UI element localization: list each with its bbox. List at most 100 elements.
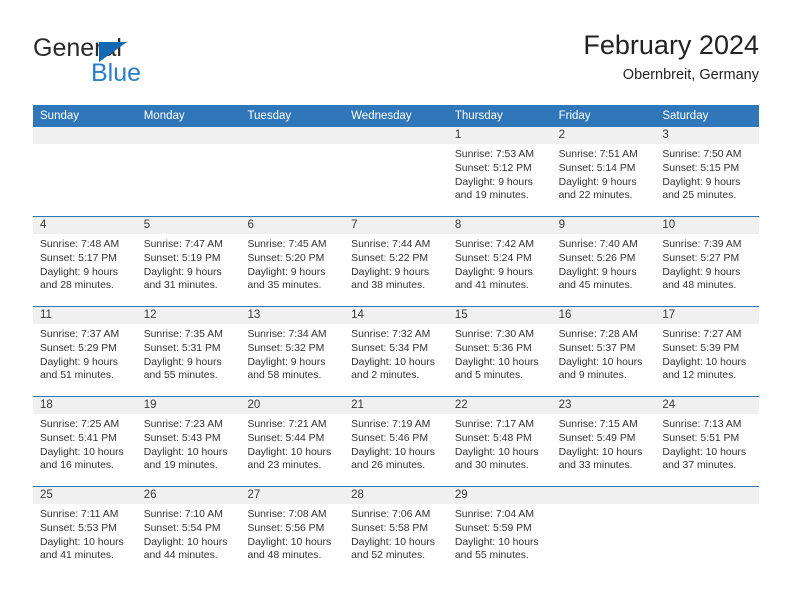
sunrise-time: Sunrise: 7:04 AM (454, 509, 535, 520)
day-cell-empty (344, 127, 448, 216)
sunrise-time: Sunrise: 7:40 AM (558, 239, 638, 250)
day-cell[interactable]: 16 Sunrise: 7:28 AM Sunset: 5:37 PM Dayligh… (551, 307, 656, 396)
sunset-time: Sunset: 5:17 PM (40, 252, 117, 264)
day-cell[interactable]: 3 Sunrise: 7:50 AM Sunset: 5:15 PM Daylight… (655, 127, 760, 216)
day-number: 3 (655, 127, 760, 144)
calendar-week-row: 25 Sunrise: 7:11 AM Sunset: 5:53 PM Dayligh… (33, 486, 760, 576)
day-number: 5 (136, 217, 241, 234)
day-sun-info: Sunrise: 7:15 AM Sunset: 5:49 PM Daylight:… (552, 414, 656, 473)
sunset-time: Sunset: 5:26 PM (558, 252, 636, 264)
day-sun-info: Sunrise: 7:08 AM Sunset: 5:56 PM Daylight:… (240, 504, 344, 563)
day-cell[interactable]: 4 Sunrise: 7:48 AM Sunset: 5:17 PM Daylight… (33, 217, 137, 306)
day-number: 15 (447, 307, 552, 324)
daylight-duration-line1: Daylight: 9 hours (143, 266, 222, 278)
sunset-time: Sunset: 5:43 PM (143, 432, 221, 444)
day-number: 12 (136, 307, 241, 324)
day-sun-info: Sunrise: 7:47 AM Sunset: 5:19 PM Daylight:… (137, 234, 241, 293)
day-cell[interactable]: 1 Sunrise: 7:53 AM Sunset: 5:12 PM Daylight… (447, 127, 552, 216)
day-cell[interactable]: 12 Sunrise: 7:35 AM Sunset: 5:31 PM Dayligh… (136, 307, 241, 396)
day-cell[interactable]: 13 Sunrise: 7:34 AM Sunset: 5:32 PM Dayligh… (240, 307, 345, 396)
sunrise-time: Sunrise: 7:50 AM (662, 149, 742, 160)
day-cell[interactable]: 14 Sunrise: 7:32 AM Sunset: 5:34 PM Dayligh… (344, 307, 448, 396)
day-number (240, 127, 345, 144)
daylight-duration-line2: and 23 minutes. (247, 460, 322, 472)
sunrise-time: Sunrise: 7:30 AM (454, 329, 535, 340)
day-sun-info: Sunrise: 7:19 AM Sunset: 5:46 PM Daylight:… (344, 414, 448, 473)
sunset-time: Sunset: 5:39 PM (662, 342, 740, 354)
day-sun-info: Sunrise: 7:39 AM Sunset: 5:27 PM Daylight:… (655, 234, 759, 293)
daylight-duration-line1: Daylight: 9 hours (662, 176, 741, 188)
daylight-duration-line1: Daylight: 10 hours (40, 446, 124, 458)
daylight-duration-line2: and 48 minutes. (662, 280, 737, 292)
sunrise-time: Sunrise: 7:37 AM (40, 329, 120, 340)
day-cell[interactable]: 8 Sunrise: 7:42 AM Sunset: 5:24 PM Daylight… (447, 217, 552, 306)
day-cell[interactable]: 11 Sunrise: 7:37 AM Sunset: 5:29 PM Dayligh… (33, 307, 137, 396)
day-cell[interactable]: 17 Sunrise: 7:27 AM Sunset: 5:39 PM Dayligh… (655, 307, 760, 396)
day-cell[interactable]: 19 Sunrise: 7:23 AM Sunset: 5:43 PM Dayligh… (136, 397, 241, 486)
day-sun-info: Sunrise: 7:13 AM Sunset: 5:51 PM Daylight:… (655, 414, 759, 473)
day-sun-info: Sunrise: 7:10 AM Sunset: 5:54 PM Daylight:… (137, 504, 241, 563)
day-sun-info: Sunrise: 7:04 AM Sunset: 5:59 PM Daylight:… (448, 504, 552, 563)
weekday-header-tuesday: Tuesday (247, 110, 292, 122)
sunset-time: Sunset: 5:36 PM (454, 342, 532, 354)
day-cell[interactable]: 29 Sunrise: 7:04 AM Sunset: 5:59 PM Dayligh… (447, 487, 552, 576)
calendar-week-row: 4 Sunrise: 7:48 AM Sunset: 5:17 PM Daylight… (33, 216, 760, 306)
day-number: 8 (447, 217, 552, 234)
day-sun-info: Sunrise: 7:28 AM Sunset: 5:37 PM Daylight:… (552, 324, 656, 383)
day-sun-info: Sunrise: 7:50 AM Sunset: 5:15 PM Daylight:… (655, 144, 759, 203)
day-number (551, 487, 656, 504)
day-cell[interactable]: 6 Sunrise: 7:45 AM Sunset: 5:20 PM Daylight… (240, 217, 345, 306)
sunrise-time: Sunrise: 7:23 AM (143, 419, 223, 430)
sunset-time: Sunset: 5:59 PM (454, 522, 532, 534)
daylight-duration-line2: and 38 minutes. (351, 280, 426, 292)
day-cell[interactable]: 24 Sunrise: 7:13 AM Sunset: 5:51 PM Dayligh… (655, 397, 760, 486)
day-sun-info: Sunrise: 7:27 AM Sunset: 5:39 PM Daylight:… (655, 324, 759, 383)
daylight-duration-line1: Daylight: 10 hours (143, 536, 228, 548)
day-cell[interactable]: 7 Sunrise: 7:44 AM Sunset: 5:22 PM Daylight… (344, 217, 448, 306)
day-number: 26 (136, 487, 241, 504)
calendar-weeks: 1 Sunrise: 7:53 AM Sunset: 5:12 PM Daylight… (33, 127, 760, 576)
day-cell[interactable]: 15 Sunrise: 7:30 AM Sunset: 5:36 PM Dayligh… (447, 307, 552, 396)
day-cell[interactable]: 9 Sunrise: 7:40 AM Sunset: 5:26 PM Daylight… (551, 217, 656, 306)
day-number: 28 (344, 487, 448, 504)
day-cell[interactable]: 23 Sunrise: 7:15 AM Sunset: 5:49 PM Dayligh… (551, 397, 656, 486)
day-sun-info: Sunrise: 7:48 AM Sunset: 5:17 PM Daylight:… (33, 234, 137, 293)
day-cell[interactable]: 28 Sunrise: 7:06 AM Sunset: 5:58 PM Dayligh… (344, 487, 448, 576)
daylight-duration-line1: Daylight: 9 hours (143, 356, 222, 368)
day-cell[interactable]: 27 Sunrise: 7:08 AM Sunset: 5:56 PM Dayligh… (240, 487, 345, 576)
day-number: 7 (344, 217, 448, 234)
calendar-grid: Sunday Monday Tuesday Wednesday Thursday Frid… (33, 105, 760, 576)
daylight-duration-line1: Daylight: 10 hours (351, 536, 435, 548)
sunset-time: Sunset: 5:19 PM (143, 252, 221, 264)
daylight-duration-line1: Daylight: 10 hours (454, 356, 539, 368)
day-sun-info: Sunrise: 7:11 AM Sunset: 5:53 PM Daylight:… (33, 504, 137, 563)
sunrise-time: Sunrise: 7:47 AM (143, 239, 223, 250)
day-cell[interactable]: 22 Sunrise: 7:17 AM Sunset: 5:48 PM Dayligh… (447, 397, 552, 486)
day-cell[interactable]: 2 Sunrise: 7:51 AM Sunset: 5:14 PM Daylight… (551, 127, 656, 216)
day-sun-info: Sunrise: 7:40 AM Sunset: 5:26 PM Daylight:… (552, 234, 656, 293)
day-cell[interactable]: 26 Sunrise: 7:10 AM Sunset: 5:54 PM Dayligh… (136, 487, 241, 576)
daylight-duration-line1: Daylight: 9 hours (40, 356, 118, 368)
daylight-duration-line2: and 48 minutes. (247, 550, 322, 562)
day-number: 10 (655, 217, 760, 234)
day-cell[interactable]: 20 Sunrise: 7:21 AM Sunset: 5:44 PM Dayligh… (240, 397, 345, 486)
day-number: 2 (551, 127, 656, 144)
day-cell[interactable]: 21 Sunrise: 7:19 AM Sunset: 5:46 PM Dayligh… (344, 397, 448, 486)
day-cell[interactable]: 5 Sunrise: 7:47 AM Sunset: 5:19 PM Daylight… (136, 217, 241, 306)
general-blue-logo: General Blue (33, 36, 233, 92)
sunset-time: Sunset: 5:44 PM (247, 432, 325, 444)
sunset-time: Sunset: 5:51 PM (662, 432, 740, 444)
day-number (344, 127, 448, 144)
sunset-time: Sunset: 5:22 PM (351, 252, 428, 264)
daylight-duration-line2: and 51 minutes. (40, 370, 114, 382)
sunrise-time: Sunrise: 7:32 AM (351, 329, 431, 340)
day-number (33, 127, 137, 144)
day-cell[interactable]: 25 Sunrise: 7:11 AM Sunset: 5:53 PM Dayligh… (33, 487, 137, 576)
day-cell[interactable]: 18 Sunrise: 7:25 AM Sunset: 5:41 PM Dayligh… (33, 397, 137, 486)
daylight-duration-line1: Daylight: 10 hours (143, 446, 228, 458)
day-cell[interactable]: 10 Sunrise: 7:39 AM Sunset: 5:27 PM Dayligh… (655, 217, 760, 306)
calendar-week-row: 1 Sunrise: 7:53 AM Sunset: 5:12 PM Daylight… (33, 127, 760, 216)
day-number: 9 (551, 217, 656, 234)
sunrise-time: Sunrise: 7:17 AM (454, 419, 535, 430)
day-sun-info: Sunrise: 7:32 AM Sunset: 5:34 PM Daylight:… (344, 324, 448, 383)
